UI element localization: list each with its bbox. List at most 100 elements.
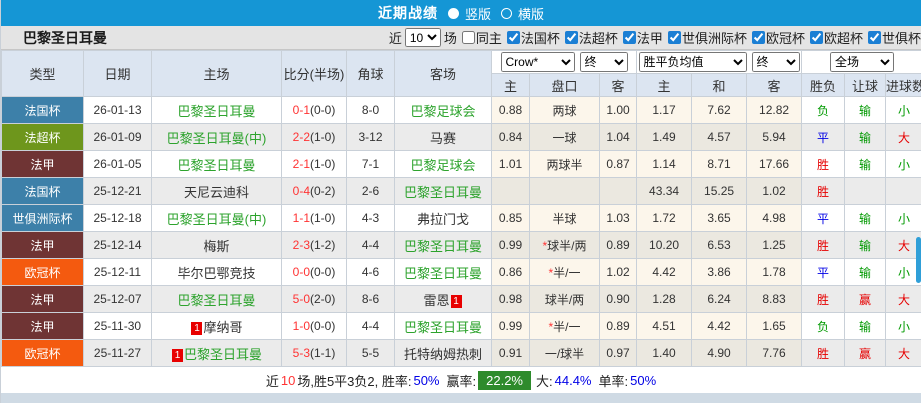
goals-cell: 大 (886, 124, 921, 151)
away-team: 雷恩1 (395, 286, 492, 313)
match-date: 26-01-05 (84, 151, 152, 178)
matches-table: 类型 日期 主场 比分(半场) 角球 客场 Crow* 终 胜平负均值 终 (1, 50, 921, 367)
odds-home-cell: 0.99 (492, 313, 530, 340)
league-checkbox[interactable] (507, 31, 520, 44)
match-count-select[interactable]: 10 (405, 28, 441, 47)
league-filter-1[interactable]: 法超杯 (560, 28, 618, 47)
handicap-result-cell: 输 (845, 259, 886, 286)
corner-cell: 4-4 (347, 232, 395, 259)
handicap-cell: 一球 (530, 124, 600, 151)
league-filter-3[interactable]: 世俱洲际杯 (663, 28, 747, 47)
odds-home-cell: 0.99 (492, 232, 530, 259)
result-cell: 胜 (802, 151, 845, 178)
corner-cell: 8-0 (347, 97, 395, 124)
summary-record: 场,胜5平3负2, 胜率: (297, 371, 411, 390)
league-checkbox[interactable] (810, 31, 823, 44)
handicap-result-cell: 输 (845, 124, 886, 151)
subcol-handicap: 盘口 (530, 74, 600, 97)
panel-title: 近期战绩 (378, 3, 438, 23)
subcol-result: 胜负 (802, 74, 845, 97)
league-filter-6[interactable]: 世俱杯 (863, 28, 921, 47)
handicap-result-cell: 输 (845, 232, 886, 259)
summary-prefix: 近 (266, 371, 279, 390)
match-date: 26-01-09 (84, 124, 152, 151)
avg-win-cell: 1.28 (637, 286, 692, 313)
fulltime-scope-select[interactable]: 全场 (830, 52, 894, 72)
odds-stage-select[interactable]: 终 (580, 52, 628, 72)
away-team: 巴黎足球会 (395, 97, 492, 124)
away-team: 巴黎圣日耳曼 (395, 232, 492, 259)
handicap-result-cell (845, 178, 886, 205)
result-cell: 胜 (802, 340, 845, 367)
away-team: 巴黎圣日耳曼 (395, 178, 492, 205)
corner-cell: 4-6 (347, 259, 395, 286)
avg-lose-cell: 5.94 (747, 124, 802, 151)
match-date: 25-12-14 (84, 232, 152, 259)
score-cell: 0-1(0-0) (282, 97, 347, 124)
odds-away-cell: 1.00 (600, 97, 637, 124)
avg-win-cell: 1.49 (637, 124, 692, 151)
match-date: 25-11-30 (84, 313, 152, 340)
single-rate: 50% (630, 373, 656, 388)
same-home-checkbox[interactable] (462, 31, 475, 44)
odds-away-cell: 0.89 (600, 313, 637, 340)
league-filter-5[interactable]: 欧超杯 (805, 28, 863, 47)
handicap-cell: *半/一 (530, 259, 600, 286)
score-cell: 5-3(1-1) (282, 340, 347, 367)
horizontal-layout-label[interactable]: 横版 (518, 4, 544, 23)
vertical-layout-label[interactable]: 竖版 (465, 4, 491, 23)
avg-lose-cell: 1.02 (747, 178, 802, 205)
home-team: 巴黎圣日耳曼(中) (152, 205, 282, 232)
wdl-group-header: 胜平负均值 终 (637, 51, 802, 74)
bottom-strip (1, 393, 921, 403)
league-checkbox[interactable] (752, 31, 765, 44)
score-cell: 2-2(1-0) (282, 124, 347, 151)
fulltime-group-header: 全场 (802, 51, 921, 74)
league-filter-0[interactable]: 法国杯 (502, 28, 560, 47)
subcol-odds-home: 主 (492, 74, 530, 97)
odds-company-select[interactable]: Crow* (501, 52, 575, 72)
subcol-avg-lose: 客 (747, 74, 802, 97)
table-row: 欧冠杯 25-11-27 1巴黎圣日耳曼 5-3(1-1) 5-5 托特纳姆热刺… (2, 340, 921, 367)
league-filter-4[interactable]: 欧冠杯 (747, 28, 805, 47)
wdl-stage-select[interactable]: 终 (752, 52, 800, 72)
horizontal-layout-radio[interactable] (501, 8, 512, 19)
league-badge: 法国杯 (2, 97, 84, 124)
subcol-avg-draw: 和 (692, 74, 747, 97)
odds-away-cell: 1.04 (600, 124, 637, 151)
handicap-result-cell: 输 (845, 313, 886, 340)
goals-cell: 小 (886, 313, 921, 340)
home-team: 天尼云迪科 (152, 178, 282, 205)
vertical-layout-radio[interactable] (448, 8, 459, 19)
league-checkbox[interactable] (565, 31, 578, 44)
same-home-filter[interactable]: 同主 (457, 28, 502, 47)
handicap-cell: *半/一 (530, 313, 600, 340)
handicap-cell (530, 178, 600, 205)
near-label: 近 (389, 28, 402, 47)
handicap-result-cell: 输 (845, 97, 886, 124)
handicap-result-cell: 赢 (845, 286, 886, 313)
league-filter-2[interactable]: 法甲 (618, 28, 663, 47)
avg-win-cell: 10.20 (637, 232, 692, 259)
avg-win-cell: 4.51 (637, 313, 692, 340)
wdl-average-select[interactable]: 胜平负均值 (639, 52, 747, 72)
corner-cell: 5-5 (347, 340, 395, 367)
home-team: 巴黎圣日耳曼 (152, 151, 282, 178)
league-checkbox[interactable] (868, 31, 881, 44)
league-checkbox[interactable] (668, 31, 681, 44)
handicap-cell: 一/球半 (530, 340, 600, 367)
league-checkbox[interactable] (623, 31, 636, 44)
avg-draw-cell: 3.86 (692, 259, 747, 286)
score-cell: 1-0(0-0) (282, 313, 347, 340)
match-date: 25-12-11 (84, 259, 152, 286)
result-cell: 负 (802, 313, 845, 340)
table-row: 世俱洲际杯 25-12-18 巴黎圣日耳曼(中) 1-1(1-0) 4-3 弗拉… (2, 205, 921, 232)
odds-away-cell: 0.87 (600, 151, 637, 178)
score-cell: 2-1(1-0) (282, 151, 347, 178)
avg-win-cell: 43.34 (637, 178, 692, 205)
odds-home-cell: 0.85 (492, 205, 530, 232)
red-card-badge: 1 (451, 295, 462, 308)
scrollbar-thumb[interactable] (916, 237, 921, 283)
away-team: 托特纳姆热刺 (395, 340, 492, 367)
single-label: 单率: (599, 371, 629, 390)
